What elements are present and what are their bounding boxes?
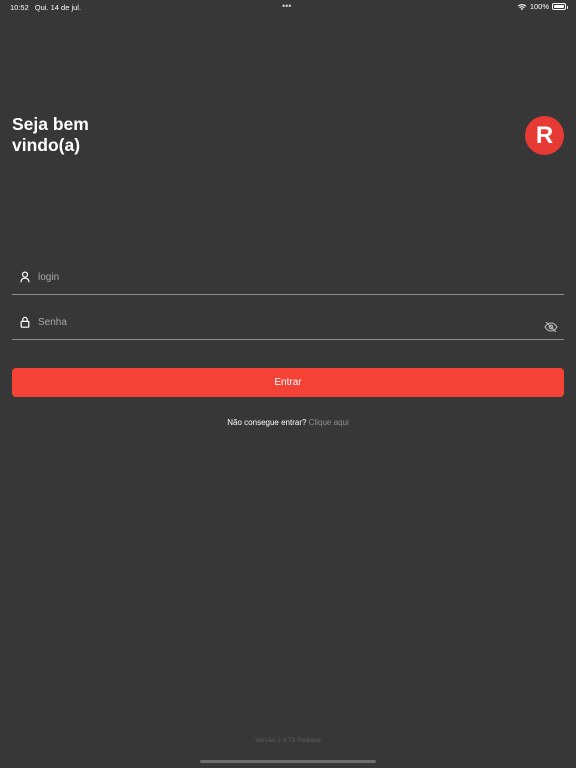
eye-off-icon[interactable] [544,321,558,333]
multitasking-dots[interactable]: ••• [282,2,291,11]
help-question: Não consegue entrar? [227,418,307,427]
login-field [12,259,564,295]
status-time: 10:52 [10,3,29,12]
home-indicator[interactable] [200,760,376,763]
welcome-heading: Seja bem vindo(a) [12,114,152,156]
help-text: Não consegue entrar? Clique aqui [0,418,576,427]
login-input[interactable] [38,267,518,287]
app-logo: R [525,116,564,155]
welcome-line-1: Seja bem [12,114,89,134]
version-label: Versão 2.4.73 Release [255,737,321,744]
status-right: 100% [517,2,568,11]
lock-icon [20,316,30,328]
battery-tip [566,5,568,9]
logo-letter: R [535,121,554,149]
welcome-line-2: vindo(a) [12,135,81,155]
status-left: 10:52 Qui. 14 de jul. [10,3,81,12]
user-icon [20,271,30,283]
battery-fill [554,5,564,8]
login-screen: 10:52 Qui. 14 de jul. ••• 100% Seja bem … [0,0,576,768]
help-link[interactable]: Clique aqui [309,418,349,427]
battery-percent: 100% [529,2,549,11]
password-field [12,304,564,340]
password-input[interactable] [38,312,518,332]
battery-icon [552,3,568,10]
status-bar: 10:52 Qui. 14 de jul. ••• 100% [0,0,576,14]
wifi-icon [517,3,526,10]
status-date: Qui. 14 de jul. [34,3,82,12]
login-button[interactable]: Entrar [12,368,564,397]
